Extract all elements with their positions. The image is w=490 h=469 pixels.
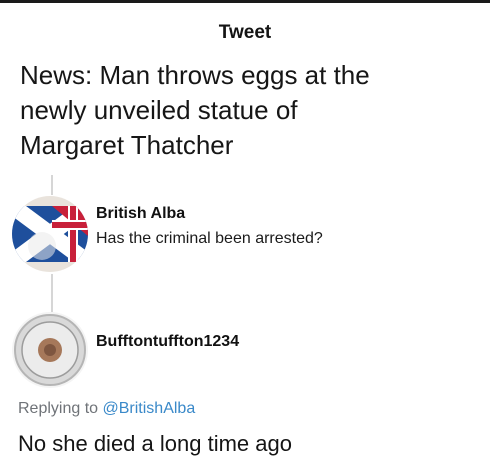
union-saltire-flag-icon bbox=[12, 196, 88, 272]
tweet-text: News: Man throws eggs at the newly unvei… bbox=[20, 58, 480, 163]
top-edge-bar bbox=[0, 0, 490, 3]
thread-line-top bbox=[51, 175, 53, 195]
reply-text: Has the criminal been arrested? bbox=[96, 230, 323, 247]
reply-text: No she died a long time ago bbox=[18, 431, 292, 456]
coin-plate-icon bbox=[12, 312, 88, 388]
replying-to-label: Replying to bbox=[18, 400, 99, 417]
tweet-text-line: newly unveiled statue of bbox=[20, 95, 298, 125]
avatar-bufftontuffton[interactable] bbox=[12, 312, 88, 388]
replying-to-handle-link[interactable]: @BritishAlba bbox=[103, 400, 196, 417]
thread-line-middle bbox=[51, 274, 53, 312]
reply-author-name[interactable]: British Alba bbox=[96, 205, 185, 223]
reply-author-name[interactable]: Bufftontuffton1234 bbox=[96, 333, 239, 351]
tweet-text-line: News: Man throws eggs at the bbox=[20, 60, 370, 90]
avatar-british-alba[interactable] bbox=[12, 196, 88, 272]
page-title: Tweet bbox=[218, 22, 272, 43]
tweet-text-line: Margaret Thatcher bbox=[20, 130, 234, 160]
replying-to-line: Replying to @BritishAlba bbox=[18, 400, 195, 418]
